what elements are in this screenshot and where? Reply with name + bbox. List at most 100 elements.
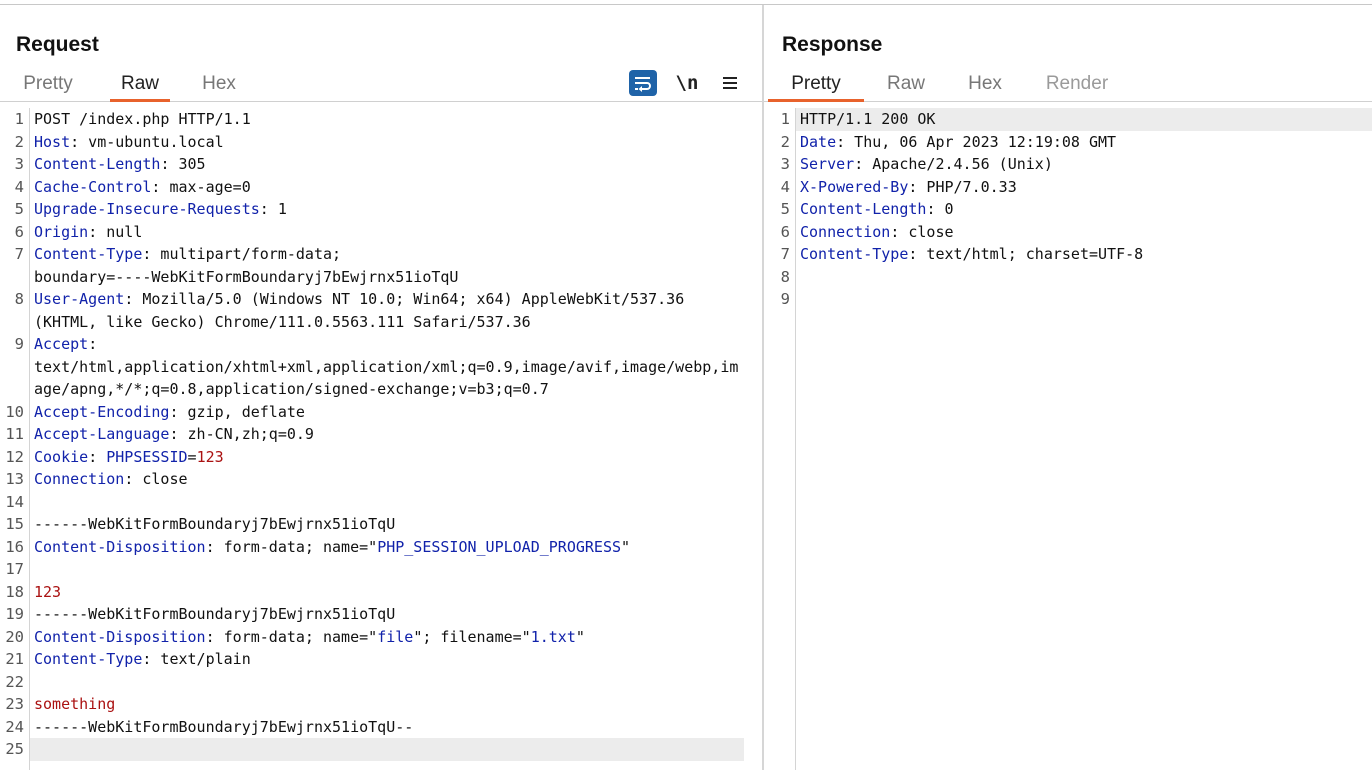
response-code-line: 5 Content-Length: 0	[764, 198, 1372, 221]
line-number: 25	[5, 740, 24, 758]
response-code-line: 9	[764, 288, 1372, 311]
line-number: 1	[14, 110, 24, 128]
line-number: 7	[14, 245, 24, 263]
line-number: 3	[14, 155, 24, 173]
line-content: boundary=----WebKitFormBoundaryj7bEwjrnx…	[34, 266, 458, 289]
text-token: : form-data; name="	[205, 627, 378, 646]
response-tab-render[interactable]: Render	[1044, 71, 1110, 101]
request-code-line: 21 Content-Type: text/plain	[0, 648, 762, 671]
header-name: Cache-Control	[34, 177, 152, 196]
response-code-line: 3 Server: Apache/2.4.56 (Unix)	[764, 153, 1372, 176]
value-token: 123	[34, 582, 62, 601]
request-code-line: 24 ------WebKitFormBoundaryj7bEwjrnx51ioT…	[0, 716, 762, 739]
request-code-line: 8 User-Agent: Mozilla/5.0 (Windows NT 10.…	[0, 288, 762, 311]
line-content: Accept:	[34, 333, 97, 356]
text-token: :	[88, 447, 107, 466]
line-number: 20	[5, 627, 24, 646]
request-code-line: 22	[0, 671, 762, 694]
line-content: Content-Type: multipart/form-data;	[34, 243, 341, 266]
line-number: 6	[780, 222, 790, 241]
line-number: 5	[780, 200, 790, 218]
line-number: 4	[780, 177, 790, 196]
header-name: Connection	[800, 222, 891, 241]
line-content: Server: Apache/2.4.56 (Unix)	[800, 153, 1053, 176]
response-tab-hex[interactable]: Hex	[966, 71, 1004, 101]
line-number: 4	[14, 177, 24, 196]
text-token: : vm-ubuntu.local	[70, 132, 224, 151]
line-content: Content-Type: text/plain	[34, 648, 251, 671]
text-token: : Mozilla/5.0 (Windows NT 10.0; Win64; x…	[124, 290, 685, 308]
string-token: PHP_SESSION_UPLOAD_PROGRESS	[377, 537, 622, 556]
line-number: 2	[780, 132, 790, 151]
line-content: 123	[34, 581, 61, 604]
request-code-line: 6 Origin: null	[0, 221, 762, 244]
text-token: boundary=----WebKitFormBoundaryj7bEwjrnx…	[34, 267, 459, 286]
response-tabbar: Pretty Raw Hex Render	[764, 67, 1372, 102]
text-token: : multipart/form-data;	[142, 245, 342, 263]
text-token: : text/plain	[142, 650, 251, 668]
line-content: Content-Type: text/html; charset=UTF-8	[800, 243, 1143, 266]
line-content: Upgrade-Insecure-Requests: 1	[34, 198, 287, 221]
response-code-line: 1 HTTP/1.1 200 OK	[764, 108, 1372, 131]
header-name: Accept	[34, 335, 89, 353]
request-tab-raw[interactable]: Raw	[110, 71, 170, 102]
text-token: ------WebKitFormBoundaryj7bEwjrnx51ioTqU	[34, 605, 396, 623]
text-token: : PHP/7.0.33	[908, 177, 1017, 196]
header-name: Origin	[34, 222, 89, 241]
text-token: "	[575, 627, 585, 646]
text-token: "; filename="	[413, 627, 531, 646]
line-content: HTTP/1.1 200 OK	[800, 108, 935, 131]
response-code-line: 4 X-Powered-By: PHP/7.0.33	[764, 176, 1372, 199]
request-editor[interactable]: 1 POST /index.php HTTP/1.1 2 Host: vm-ubunt…	[0, 108, 762, 770]
header-name: Date	[800, 132, 837, 151]
response-code-line: 8	[764, 266, 1372, 289]
header-name: Content-Disposition	[34, 537, 206, 556]
newline-toggle-button[interactable]: \n	[673, 70, 701, 96]
text-token: : max-age=0	[151, 177, 251, 196]
request-code-line: boundary=----WebKitFormBoundaryj7bEwjrnx…	[0, 266, 762, 289]
header-name: Connection	[34, 470, 125, 488]
request-tab-hex[interactable]: Hex	[198, 71, 240, 101]
header-name: Content-Length	[34, 155, 161, 173]
text-token: : text/html; charset=UTF-8	[908, 245, 1144, 263]
response-tab-pretty[interactable]: Pretty	[768, 71, 864, 102]
request-code-line: 25	[0, 738, 762, 761]
line-number: 7	[780, 245, 790, 263]
wrap-lines-button[interactable]	[629, 70, 657, 96]
line-content: Cache-Control: max-age=0	[34, 176, 251, 199]
request-code-line: 15 ------WebKitFormBoundaryj7bEwjrnx51ioT…	[0, 513, 762, 536]
text-token: HTTP/1.1 200 OK	[800, 110, 936, 128]
line-content: Content-Disposition: form-data; name="PH…	[34, 536, 630, 559]
response-code-line: 6 Connection: close	[764, 221, 1372, 244]
request-code-line: 1 POST /index.php HTTP/1.1	[0, 108, 762, 131]
line-number: 3	[780, 155, 790, 173]
line-content: Date: Thu, 06 Apr 2023 12:19:08 GMT	[800, 131, 1116, 154]
request-tabbar: Pretty Raw Hex \n	[0, 67, 762, 102]
line-number: 6	[14, 222, 24, 241]
text-token: : close	[890, 222, 954, 241]
response-code-line: 2 Date: Thu, 06 Apr 2023 12:19:08 GMT	[764, 131, 1372, 154]
line-number: 10	[5, 402, 24, 421]
request-code-line: 23 something	[0, 693, 762, 716]
response-tab-raw[interactable]: Raw	[882, 71, 930, 101]
line-number: 22	[5, 672, 24, 691]
header-name: Content-Type	[34, 245, 143, 263]
request-code-line: 4 Cache-Control: max-age=0	[0, 176, 762, 199]
value-token: 123	[196, 447, 224, 466]
response-editor[interactable]: 1 HTTP/1.1 200 OK 2 Date: Thu, 06 Apr 2023 …	[764, 108, 1372, 770]
string-token: file	[377, 627, 414, 646]
request-code-line: 16 Content-Disposition: form-data; name="…	[0, 536, 762, 559]
request-code-line: 7 Content-Type: multipart/form-data;	[0, 243, 762, 266]
text-token: : zh-CN,zh;q=0.9	[169, 425, 314, 443]
response-pane: Response Pretty Raw Hex Render 1 HTTP/1.1…	[764, 5, 1372, 770]
line-content: Content-Length: 0	[800, 198, 954, 221]
text-token: : gzip, deflate	[169, 402, 305, 421]
hamburger-menu-icon	[723, 77, 737, 89]
header-name: Accept-Language	[34, 425, 170, 443]
line-number: 18	[5, 582, 24, 601]
text-token: (KHTML, like Gecko) Chrome/111.0.5563.11…	[34, 312, 531, 331]
request-tab-pretty[interactable]: Pretty	[20, 71, 76, 101]
string-token: 1.txt	[530, 627, 576, 646]
options-menu-button[interactable]	[716, 70, 744, 96]
line-content: X-Powered-By: PHP/7.0.33	[800, 176, 1017, 199]
